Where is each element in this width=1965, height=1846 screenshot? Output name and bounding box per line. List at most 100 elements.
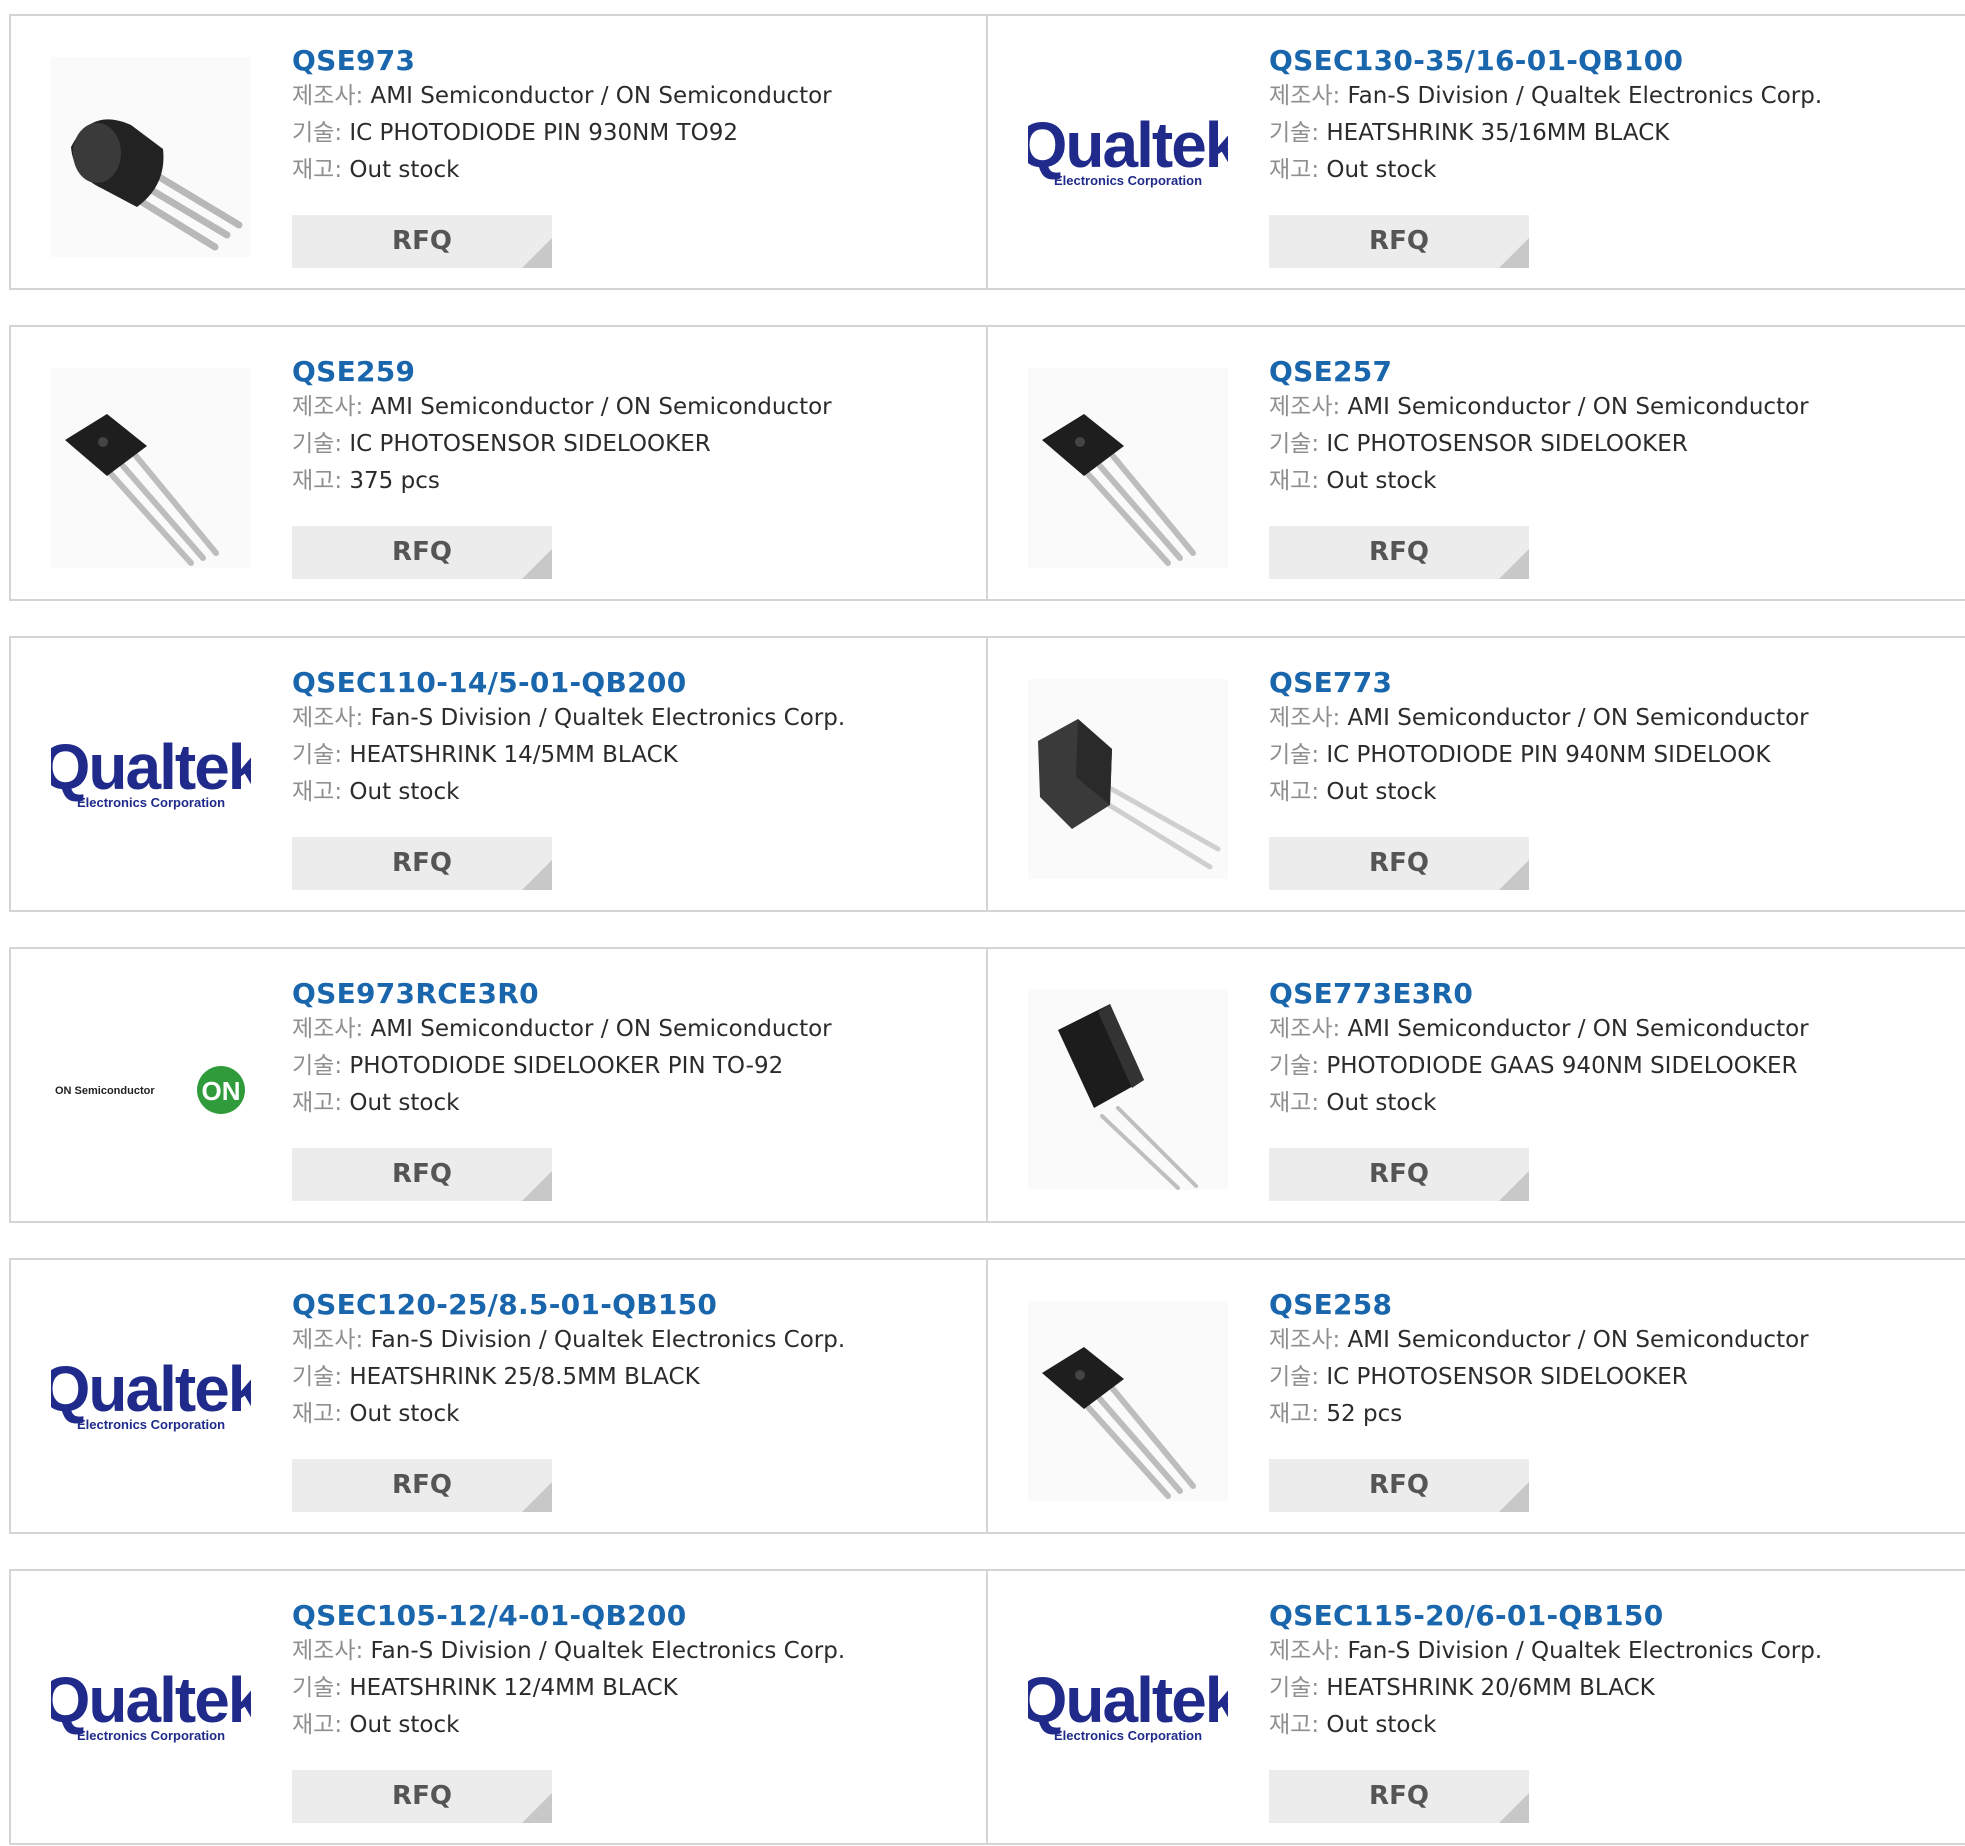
- manufacturer-logo[interactable]: Qualtek Electronics Corporation: [1028, 57, 1228, 257]
- manufacturer-row: 제조사: AMI Semiconductor / ON Semiconducto…: [1269, 1322, 1809, 1359]
- part-number-link[interactable]: QSE257: [1269, 355, 1809, 389]
- product-row: Qualtek Electronics Corporation QSEC120-2…: [9, 1258, 1965, 1534]
- stock-value: 375 pcs: [349, 468, 440, 494]
- stock-value: Out stock: [1326, 1090, 1437, 1116]
- part-number-link[interactable]: QSEC130-35/16-01-QB100: [1269, 44, 1822, 78]
- stock-row: 재고: Out stock: [1269, 774, 1809, 811]
- product-info: QSEC115-20/6-01-QB150 제조사: Fan-S Divisio…: [1269, 1599, 1822, 1744]
- stock-label: 재고:: [1269, 157, 1320, 183]
- manufacturer-logo[interactable]: Qualtek Electronics Corporation: [51, 1301, 251, 1501]
- svg-text:Electronics Corporation: Electronics Corporation: [77, 1728, 225, 1743]
- svg-text:Electronics Corporation: Electronics Corporation: [1054, 1728, 1202, 1743]
- part-number-link[interactable]: QSEC120-25/8.5-01-QB150: [292, 1288, 845, 1322]
- part-number-link[interactable]: QSE973RCE3R0: [292, 977, 832, 1011]
- product-image[interactable]: [1028, 1301, 1228, 1501]
- description-row: 기술: HEATSHRINK 20/6MM BLACK: [1269, 1670, 1822, 1707]
- product-image[interactable]: [1028, 368, 1228, 568]
- product-info: QSEC105-12/4-01-QB200 제조사: Fan-S Divisio…: [292, 1599, 845, 1744]
- product-row: Qualtek Electronics Corporation QSEC105-1…: [9, 1569, 1965, 1845]
- rfq-button[interactable]: RFQ: [292, 1459, 552, 1512]
- rfq-button[interactable]: RFQ: [292, 526, 552, 579]
- rfq-button[interactable]: RFQ: [292, 1148, 552, 1201]
- part-number-link[interactable]: QSE258: [1269, 1288, 1809, 1322]
- manufacturer-logo[interactable]: Qualtek Electronics Corporation: [51, 1612, 251, 1812]
- manufacturer-row: 제조사: Fan-S Division / Qualtek Electronic…: [292, 1322, 845, 1359]
- description-value: IC PHOTODIODE PIN 930NM TO92: [349, 120, 738, 146]
- description-row: 기술: IC PHOTODIODE PIN 940NM SIDELOOK: [1269, 737, 1809, 774]
- rfq-button[interactable]: RFQ: [1269, 1148, 1529, 1201]
- rfq-button[interactable]: RFQ: [1269, 1770, 1529, 1823]
- product-card: Qualtek Electronics Corporation QSEC110-1…: [9, 638, 988, 910]
- product-info: QSE258 제조사: AMI Semiconductor / ON Semic…: [1269, 1288, 1809, 1433]
- description-row: 기술: HEATSHRINK 14/5MM BLACK: [292, 737, 845, 774]
- rfq-button-label: RFQ: [392, 1159, 452, 1189]
- rfq-corner-decoration: [522, 238, 552, 268]
- part-number-link[interactable]: QSE773: [1269, 666, 1809, 700]
- part-number-link[interactable]: QSEC115-20/6-01-QB150: [1269, 1599, 1822, 1633]
- stock-value: Out stock: [349, 157, 460, 183]
- manufacturer-label: 제조사:: [292, 394, 364, 420]
- rfq-button-label: RFQ: [1369, 226, 1429, 256]
- part-number-link[interactable]: QSEC105-12/4-01-QB200: [292, 1599, 845, 1633]
- stock-row: 재고: Out stock: [292, 1707, 845, 1744]
- product-row: Qualtek Electronics Corporation QSEC110-1…: [9, 636, 1965, 912]
- manufacturer-row: 제조사: AMI Semiconductor / ON Semiconducto…: [1269, 700, 1809, 737]
- rfq-button[interactable]: RFQ: [1269, 215, 1529, 268]
- description-value: PHOTODIODE SIDELOOKER PIN TO-92: [349, 1053, 784, 1079]
- description-label: 기술:: [1269, 431, 1320, 457]
- stock-value: Out stock: [349, 1090, 460, 1116]
- product-card: QSE973 제조사: AMI Semiconductor / ON Semic…: [9, 16, 988, 288]
- product-image[interactable]: [51, 57, 251, 257]
- description-label: 기술:: [292, 742, 343, 768]
- rfq-button[interactable]: RFQ: [292, 837, 552, 890]
- manufacturer-logo[interactable]: ON Semiconductor ON: [51, 990, 251, 1190]
- rfq-button-label: RFQ: [1369, 1470, 1429, 1500]
- svg-text:Electronics Corporation: Electronics Corporation: [1054, 173, 1202, 188]
- product-info: QSE973 제조사: AMI Semiconductor / ON Semic…: [292, 44, 832, 189]
- manufacturer-value: Fan-S Division / Qualtek Electronics Cor…: [1347, 1638, 1823, 1664]
- rfq-button[interactable]: RFQ: [1269, 837, 1529, 890]
- stock-row: 재고: Out stock: [1269, 463, 1809, 500]
- part-number-link[interactable]: QSE259: [292, 355, 832, 389]
- manufacturer-logo[interactable]: Qualtek Electronics Corporation: [51, 679, 251, 879]
- manufacturer-label: 제조사:: [1269, 83, 1341, 109]
- rfq-corner-decoration: [1499, 1482, 1529, 1512]
- product-info: QSE973RCE3R0 제조사: AMI Semiconductor / ON…: [292, 977, 832, 1122]
- manufacturer-row: 제조사: AMI Semiconductor / ON Semiconducto…: [292, 389, 832, 426]
- manufacturer-value: AMI Semiconductor / ON Semiconductor: [1347, 394, 1809, 420]
- manufacturer-label: 제조사:: [292, 83, 364, 109]
- rfq-corner-decoration: [1499, 860, 1529, 890]
- svg-text:Qualtek: Qualtek: [1028, 1664, 1228, 1736]
- manufacturer-logo[interactable]: Qualtek Electronics Corporation: [1028, 1612, 1228, 1812]
- stock-value: 52 pcs: [1326, 1401, 1403, 1427]
- part-number-link[interactable]: QSE773E3R0: [1269, 977, 1809, 1011]
- manufacturer-row: 제조사: Fan-S Division / Qualtek Electronic…: [1269, 78, 1822, 115]
- manufacturer-value: Fan-S Division / Qualtek Electronics Cor…: [370, 705, 846, 731]
- part-number-link[interactable]: QSE973: [292, 44, 832, 78]
- stock-label: 재고:: [1269, 1090, 1320, 1116]
- part-number-link[interactable]: QSEC110-14/5-01-QB200: [292, 666, 845, 700]
- description-label: 기술:: [1269, 742, 1320, 768]
- rfq-corner-decoration: [522, 860, 552, 890]
- product-image[interactable]: [1028, 990, 1228, 1190]
- rfq-button-label: RFQ: [392, 226, 452, 256]
- stock-row: 재고: Out stock: [292, 1085, 832, 1122]
- description-value: PHOTODIODE GAAS 940NM SIDELOOKER: [1326, 1053, 1798, 1079]
- product-card: Qualtek Electronics Corporation QSEC120-2…: [9, 1260, 988, 1532]
- rfq-button[interactable]: RFQ: [1269, 526, 1529, 579]
- product-image[interactable]: [51, 368, 251, 568]
- rfq-button[interactable]: RFQ: [292, 1770, 552, 1823]
- manufacturer-row: 제조사: Fan-S Division / Qualtek Electronic…: [1269, 1633, 1822, 1670]
- product-info: QSE773E3R0 제조사: AMI Semiconductor / ON S…: [1269, 977, 1809, 1122]
- rfq-corner-decoration: [522, 1482, 552, 1512]
- description-value: HEATSHRINK 25/8.5MM BLACK: [349, 1364, 700, 1390]
- product-card: Qualtek Electronics Corporation QSEC105-1…: [9, 1571, 988, 1843]
- rfq-button-label: RFQ: [1369, 1781, 1429, 1811]
- product-image[interactable]: [1028, 679, 1228, 879]
- manufacturer-row: 제조사: AMI Semiconductor / ON Semiconducto…: [292, 1011, 832, 1048]
- stock-label: 재고:: [1269, 1401, 1320, 1427]
- product-info: QSEC120-25/8.5-01-QB150 제조사: Fan-S Divis…: [292, 1288, 845, 1433]
- stock-row: 재고: Out stock: [1269, 1707, 1822, 1744]
- rfq-button[interactable]: RFQ: [292, 215, 552, 268]
- rfq-button[interactable]: RFQ: [1269, 1459, 1529, 1512]
